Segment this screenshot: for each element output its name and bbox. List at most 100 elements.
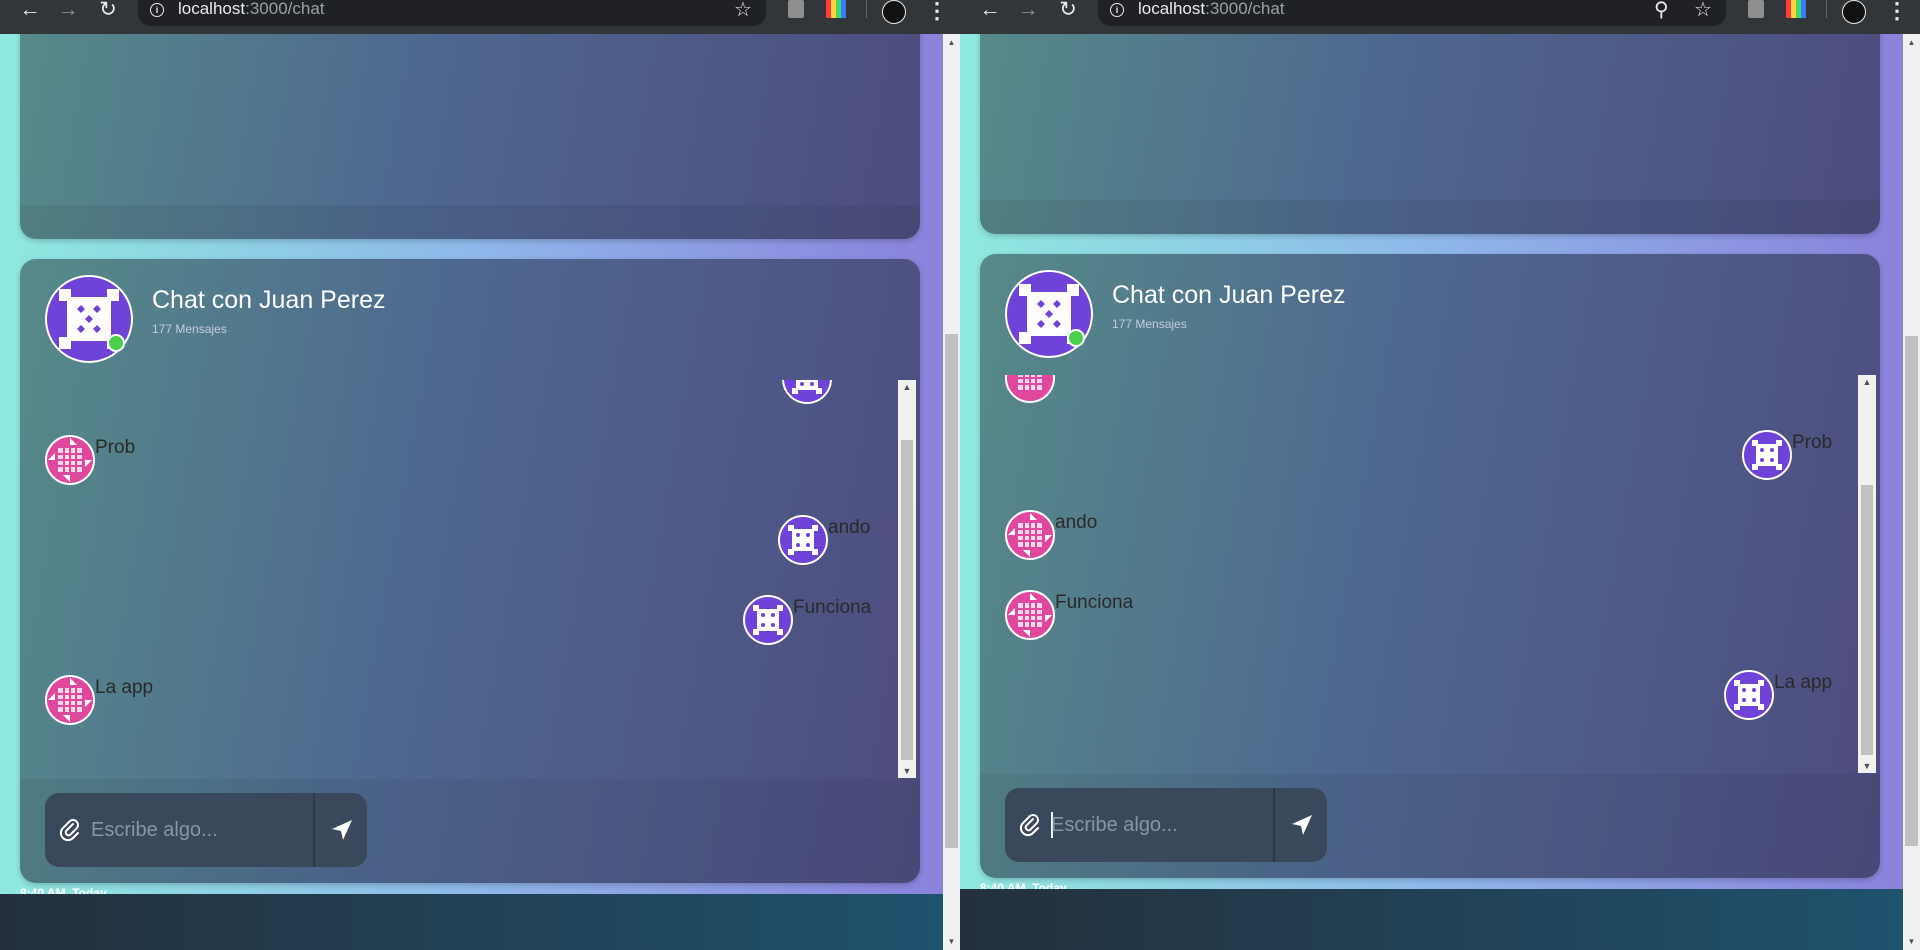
profile-avatar-icon[interactable]: [882, 0, 906, 24]
page-footer-band: [960, 889, 1903, 950]
user-avatar: [1005, 590, 1055, 640]
user-avatar: [1742, 430, 1792, 480]
page-scroll-thumb[interactable]: [945, 334, 958, 848]
send-button[interactable]: [317, 793, 367, 867]
paperclip-icon[interactable]: [57, 817, 83, 843]
message-text: Prob: [1792, 432, 1833, 453]
extension-color-icon[interactable]: [1786, 0, 1806, 18]
message-text: Funciona: [1055, 592, 1134, 613]
page-viewport: Chat con Juan Perez 177 Mensajes Prob an…: [0, 34, 943, 950]
user-avatar: [1005, 375, 1055, 403]
info-icon[interactable]: i: [1110, 3, 1124, 17]
user-avatar: [1005, 510, 1055, 560]
page-scroll-up-arrow[interactable]: ▲: [943, 38, 960, 47]
paperclip-icon[interactable]: [1017, 812, 1043, 838]
message-text: Prob: [95, 437, 136, 458]
info-icon[interactable]: i: [150, 3, 164, 17]
top-panel-footer: [980, 200, 1880, 234]
user-avatar: [782, 380, 832, 404]
toolbar-separator: [1826, 0, 1827, 18]
page-scrollbar[interactable]: ▲ ▼: [1903, 34, 1920, 950]
message-item: La app: [45, 675, 153, 725]
scroll-down-arrow[interactable]: ▼: [898, 766, 916, 776]
composer-divider: [313, 793, 315, 867]
message-item: Prob: [1742, 430, 1832, 480]
message-composer: [1005, 788, 1327, 862]
more-vert-icon[interactable]: ⋮: [926, 0, 948, 24]
user-avatar: [1724, 670, 1774, 720]
user-avatar: [45, 675, 95, 725]
arrow-right-icon[interactable]: →: [52, 0, 84, 24]
user-avatar: [45, 435, 95, 485]
page-scroll-up-arrow[interactable]: ▲: [1903, 38, 1920, 47]
url-text: localhost:3000/chat: [1138, 0, 1285, 18]
chat-title: Chat con Juan Perez: [1112, 281, 1346, 309]
page-scrollbar[interactable]: ▲ ▼: [943, 34, 960, 950]
star-icon[interactable]: ☆: [1694, 0, 1712, 22]
message-item: Prob: [45, 435, 135, 485]
page-viewport: Chat con Juan Perez 177 Mensajes Prob an…: [960, 34, 1903, 950]
top-panel-footer: [20, 205, 920, 239]
profile-avatar-icon[interactable]: [1842, 0, 1866, 24]
message-item: Funciona: [743, 595, 871, 645]
message-count: 177 Mensajes: [1112, 317, 1187, 331]
arrow-right-icon[interactable]: →: [1012, 0, 1044, 24]
toolbar-separator: [866, 0, 867, 18]
message-list[interactable]: Prob ando Funciona La app: [980, 375, 1860, 773]
page-scroll-thumb[interactable]: [1905, 336, 1918, 846]
chat-header: Chat con Juan Perez 177 Mensajes: [20, 259, 920, 374]
address-bar[interactable]: i localhost:3000/chat ⚲ ☆: [1098, 0, 1726, 26]
browser-toolbar: ← → ↻ i localhost:3000/chat ⚲ ☆ ⋮: [960, 0, 1920, 34]
send-button[interactable]: [1277, 788, 1327, 862]
message-item: [782, 380, 832, 404]
message-item: ando: [1005, 510, 1097, 560]
online-status-indicator: [1067, 329, 1085, 347]
browser-window-left: ← → ↻ i localhost:3000/chat ☆ ⋮ Chat con…: [0, 0, 960, 950]
browser-window-right: ← → ↻ i localhost:3000/chat ⚲ ☆ ⋮ Chat c…: [960, 0, 1920, 950]
user-avatar: [778, 515, 828, 565]
online-status-indicator: [107, 334, 125, 352]
arrow-left-icon[interactable]: ←: [14, 0, 46, 24]
message-text: Funciona: [793, 597, 872, 618]
send-icon: [332, 820, 352, 840]
star-icon[interactable]: ☆: [734, 0, 752, 22]
key-icon[interactable]: ⚲: [1654, 0, 1669, 22]
reload-icon[interactable]: ↻: [92, 0, 124, 24]
message-text: La app: [95, 677, 154, 698]
scroll-up-arrow[interactable]: ▲: [1858, 377, 1876, 387]
url-text: localhost:3000/chat: [178, 0, 325, 18]
message-item: Funciona: [1005, 590, 1133, 640]
chat-title: Chat con Juan Perez: [152, 286, 386, 314]
message-item: ando: [778, 515, 870, 565]
chat-header: Chat con Juan Perez 177 Mensajes: [980, 254, 1880, 369]
top-panel: [980, 34, 1880, 234]
scroll-down-arrow[interactable]: ▼: [1858, 761, 1876, 771]
top-panel: [20, 34, 920, 239]
message-scrollbar[interactable]: ▲ ▼: [1858, 375, 1876, 773]
scroll-up-arrow[interactable]: ▲: [898, 382, 916, 392]
message-scrollbar[interactable]: ▲ ▼: [898, 380, 916, 778]
address-bar[interactable]: i localhost:3000/chat ☆: [138, 0, 766, 26]
message-list[interactable]: Prob ando Funciona La app: [20, 380, 900, 778]
message-input[interactable]: [1051, 806, 1261, 844]
message-composer: [45, 793, 367, 867]
arrow-left-icon[interactable]: ←: [974, 0, 1006, 24]
scroll-thumb[interactable]: [901, 440, 913, 760]
reload-icon[interactable]: ↻: [1052, 0, 1084, 24]
page-footer-band: [0, 894, 943, 950]
chat-panel: Chat con Juan Perez 177 Mensajes Prob an…: [20, 259, 920, 883]
page-scroll-down-arrow[interactable]: ▼: [943, 937, 960, 946]
user-avatar: [743, 595, 793, 645]
more-vert-icon[interactable]: ⋮: [1886, 0, 1908, 24]
message-text: ando: [828, 517, 871, 538]
extension-color-icon[interactable]: [826, 0, 846, 18]
page-scroll-down-arrow[interactable]: ▼: [1903, 937, 1920, 946]
message-input[interactable]: [91, 811, 301, 849]
browser-toolbar: ← → ↻ i localhost:3000/chat ☆ ⋮: [0, 0, 960, 34]
extension-icon[interactable]: [788, 0, 804, 18]
message-item: La app: [1724, 670, 1832, 720]
scroll-thumb[interactable]: [1861, 485, 1873, 755]
composer-divider: [1273, 788, 1275, 862]
extension-icon[interactable]: [1748, 0, 1764, 18]
message-text: La app: [1774, 672, 1833, 693]
